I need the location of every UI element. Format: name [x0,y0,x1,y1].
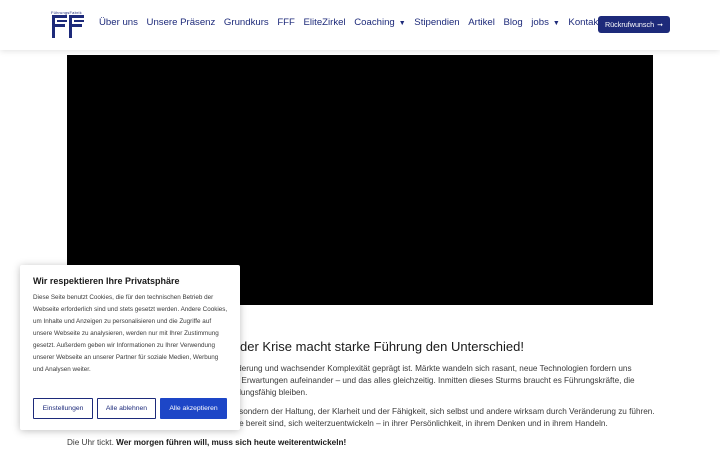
ff-logo-icon [52,15,84,38]
closing-lead: Die Uhr tickt. [67,438,117,447]
cookie-body: Diese Seite benutzt Cookies, die für den… [33,294,228,373]
cookie-buttons: Einstellungen Alle ablehnen Alle akzepti… [33,398,231,419]
nav-label: Grundkurs [223,17,269,28]
nav-item-kontakt[interactable]: Kontakt [568,17,601,28]
cookie-consent-dialog: Wir respektieren Ihre Privatsphäre Diese… [20,265,240,430]
nav-item-blog[interactable]: Blog [503,17,522,28]
nav-label: Über uns [99,17,138,28]
nav-item-unsere-praesenz[interactable]: Unsere Präsenz [147,17,216,28]
nav-label: EliteZirkel [303,17,346,28]
nav-item-grundkurs[interactable]: Grundkurs [224,17,269,28]
section-headline: der Krise macht starke Führung den Unter… [240,339,524,354]
cookie-settings-button[interactable]: Einstellungen [33,398,93,419]
nav-item-jobs[interactable]: jobs ▼ [531,17,560,28]
cookie-title: Wir respektieren Ihre Privatsphäre [33,276,180,286]
nav-label: Kontakt [568,17,601,28]
intro-paragraph-line: änderung und wachsender Komplexität gepr… [228,364,632,373]
closing-paragraph: Die Uhr tickt. Wer morgen führen will, m… [67,437,346,449]
closing-bold: Wer morgen führen will, muss sich heute … [116,438,347,447]
nav-item-coaching[interactable]: Coaching ▼ [354,17,405,28]
nav-item-artikel[interactable]: Artikel [468,17,495,28]
nav-label: Blog [503,17,523,28]
nav-item-ueber-uns[interactable]: Über uns [99,17,138,28]
chevron-down-icon: ▼ [552,20,560,27]
nav-label: FFF [277,17,295,28]
chevron-down-icon: ▼ [398,20,406,27]
callback-request-button[interactable]: Rückrufwunsch ➞ [598,16,670,33]
nav-label: jobs [531,17,549,28]
callback-request-label: Rückrufwunsch [604,20,655,29]
cookie-reject-all-button[interactable]: Alle ablehnen [97,398,156,419]
nav-item-elitezirkel[interactable]: EliteZirkel [304,17,346,28]
nav-item-stipendien[interactable]: Stipendien [414,17,459,28]
arrow-right-icon: ➞ [657,21,663,29]
nav-label: Unsere Präsenz [146,17,216,28]
site-header: FührungsFabrik Über uns Unsere Präsenz G… [0,0,720,50]
nav-label: Coaching [354,17,395,28]
main-nav: Über uns Unsere Präsenz Grundkurs FFF El… [99,17,610,28]
nav-label: Artikel [468,17,495,28]
intro-paragraph-line: ndlungsfähig bleiben. [230,388,308,397]
second-paragraph-line: äfte bereit sind, sich weiterzuentwickel… [230,419,608,428]
cookie-accept-all-button[interactable]: Alle akzeptieren [160,398,227,419]
second-paragraph-line: n, sondern der Haltung, der Klarheit und… [230,407,655,416]
nav-item-fff[interactable]: FFF [277,17,295,28]
nav-label: Stipendien [414,17,460,28]
intro-paragraph-line: en Erwartungen aufeinander – und das all… [230,376,635,385]
